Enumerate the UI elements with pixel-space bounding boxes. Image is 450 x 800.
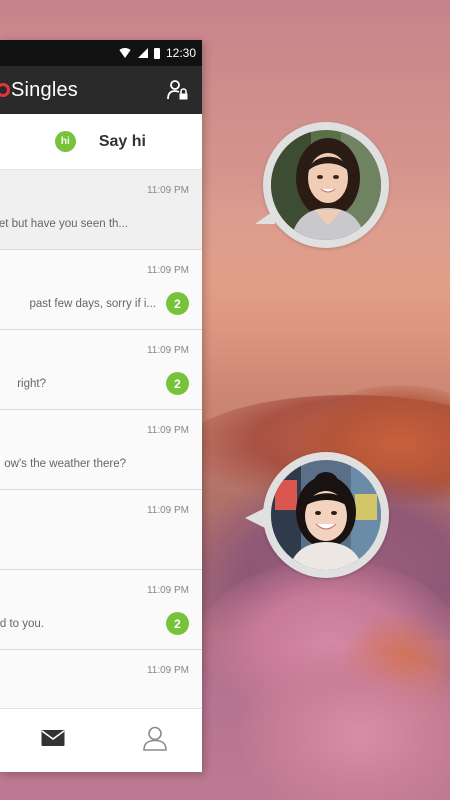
message-time: 11:09 PM	[146, 185, 189, 196]
conversation-item[interactable]: 11:09 PM et but have you seen th...	[0, 170, 202, 250]
say-hi-tab[interactable]: hi Say hi	[0, 114, 202, 170]
mail-icon[interactable]	[41, 729, 65, 752]
battery-icon	[153, 47, 160, 59]
say-hi-label: Say hi	[98, 132, 146, 150]
conversation-list: 11:09 PM et but have you seen th... 11:0…	[0, 170, 202, 730]
bubble-tail	[245, 508, 265, 528]
message-preview: et but have you seen th...	[0, 218, 128, 230]
unread-badge: 2	[166, 292, 189, 315]
app-bar: Singles	[0, 66, 202, 114]
avatar	[271, 130, 381, 240]
message-preview: right?	[17, 378, 46, 390]
conversation-item[interactable]: 11:09 PM d to you. 2	[0, 570, 202, 650]
conversation-item[interactable]: 11:09 PM ow's the weather there?	[0, 410, 202, 490]
profile-avatar-bubble[interactable]	[255, 122, 389, 248]
conversation-item[interactable]: 11:09 PM right? 2	[0, 330, 202, 410]
message-time: 11:09 PM	[146, 505, 189, 516]
brand-name: Singles	[11, 78, 78, 101]
phone-screen: 12:30 Singles hi Say hi 11:09 PM et but …	[0, 40, 202, 772]
conversation-item[interactable]: 11:09 PM	[0, 490, 202, 570]
conversation-item[interactable]: 11:09 PM past few days, sorry if i... 2	[0, 250, 202, 330]
hi-badge: hi	[54, 131, 76, 152]
wifi-icon	[117, 48, 132, 58]
bubble-tail	[255, 210, 275, 224]
avatar	[271, 460, 381, 570]
message-preview: ow's the weather there?	[4, 458, 126, 470]
profile-icon[interactable]	[142, 725, 168, 756]
unread-badge: 2	[166, 372, 189, 395]
unread-badge: 2	[166, 612, 189, 635]
message-time: 11:09 PM	[146, 345, 189, 356]
signal-icon	[137, 48, 148, 58]
message-time: 11:09 PM	[146, 425, 189, 436]
status-bar: 12:30	[0, 40, 202, 66]
brand-logo: Singles	[0, 79, 78, 102]
message-time: 11:09 PM	[146, 665, 189, 676]
message-time: 11:09 PM	[146, 585, 189, 596]
bottom-nav	[0, 708, 202, 772]
status-time: 12:30	[165, 46, 196, 60]
message-preview: past few days, sorry if i...	[29, 298, 156, 310]
account-lock-icon[interactable]	[166, 78, 190, 102]
message-time: 11:09 PM	[146, 265, 189, 276]
profile-avatar-bubble[interactable]	[245, 452, 389, 578]
message-preview: d to you.	[0, 618, 44, 630]
brand-mark	[0, 83, 10, 97]
